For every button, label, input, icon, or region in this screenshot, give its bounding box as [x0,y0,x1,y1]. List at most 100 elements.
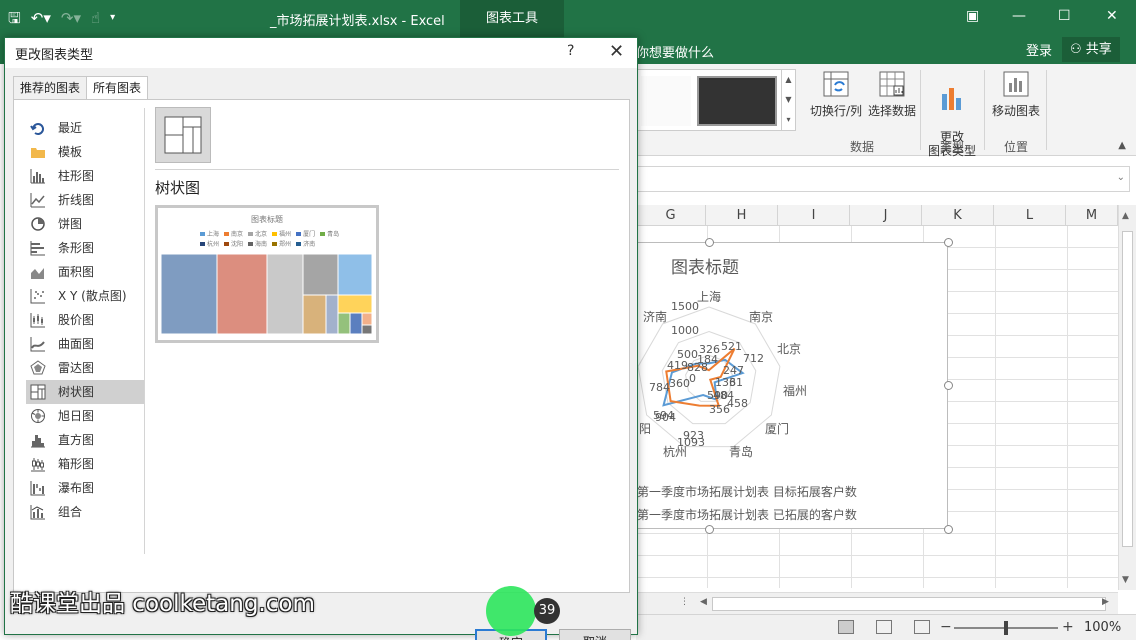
chart-type-sunburst[interactable]: 旭日图 [26,404,144,428]
maximize-icon[interactable]: ☐ [1058,8,1071,24]
expand-formula-icon[interactable]: ⌄ [1117,172,1125,183]
chart-type-pie[interactable]: 饼图 [26,212,144,236]
chart-type-label: 模板 [58,145,83,159]
chart-title[interactable]: 图表标题 [671,253,739,278]
ribbon-display-options-icon[interactable]: ▣ [966,8,979,24]
move-chart-button[interactable]: 移动图表 [990,70,1042,119]
switch-row-column-button[interactable]: 切换行/列 [808,70,864,119]
legend-entry[interactable]: 第一季度市场拓展计划表 已拓展的客户数 [637,506,857,523]
chart-type-label: 折线图 [58,193,95,207]
chart-type-combo[interactable]: 组合 [26,500,144,524]
resize-handle[interactable] [705,238,714,247]
radar-chart[interactable]: 图表标题 上海 南京 北京 福州 厦门 青岛 杭州 阳 济南 1500 1000… [636,238,953,534]
share-button[interactable]: ⚇ 共享 [1062,37,1120,62]
document-title: _市场拓展计划表.xlsx - Excel [270,14,445,29]
treemap-preview[interactable]: 图表标题 上海 南京 北京 福州 厦门 青岛杭州 沈阳 海南 郑州 济南 [155,205,379,343]
chart-type-histogram[interactable]: 直方图 [26,428,144,452]
column-header[interactable]: H [706,205,778,226]
category-label: 济南 [643,310,668,324]
touch-mode-icon[interactable]: ☝ [91,6,100,30]
chart-style-thumb-dark[interactable] [697,76,777,126]
chart-tools-context-tab[interactable]: 图表工具 [460,0,564,37]
radar-gridline [637,306,781,448]
page-break-view-icon[interactable] [914,620,930,634]
chart-type-surface[interactable]: 曲面图 [26,332,144,356]
chart-style-gallery[interactable]: ▲ ▼ ▾ [636,69,796,131]
column-header[interactable]: I [778,205,850,226]
chart-type-templates[interactable]: 模板 [26,140,144,164]
resize-handle[interactable] [944,238,953,247]
legend-swatch [320,232,326,236]
chart-style-thumb[interactable] [641,76,691,126]
sign-in-link[interactable]: 登录 [1026,40,1052,59]
chart-type-waterfall[interactable]: 瀑布图 [26,476,144,500]
chart-type-area[interactable]: 面积图 [26,260,144,284]
chart-type-radar[interactable]: 雷达图 [26,356,144,380]
zoom-in-icon[interactable]: + [1062,619,1074,635]
column-header[interactable]: K [922,205,994,226]
undo-icon[interactable]: ↶▾ [31,6,51,30]
title-bar: 🖫 ↶▾ ↷▾ ☝ ▾ _市场拓展计划表.xlsx - Excel 图表工具 ▣… [0,0,1136,37]
tab-all-charts[interactable]: 所有图表 [86,76,149,101]
help-icon[interactable]: ? [567,43,574,59]
tell-me-search[interactable]: 你想要做什么 [636,42,714,61]
scroll-right-icon[interactable]: ▶ [1102,597,1109,607]
legend-entry[interactable]: 第一季度市场拓展计划表 目标拓展客户数 [637,483,857,500]
select-data-icon [879,71,905,97]
chart-type-bar[interactable]: 条形图 [26,236,144,260]
resize-handle[interactable] [705,525,714,534]
column-header[interactable]: J [850,205,922,226]
minimize-icon[interactable]: — [1012,8,1026,24]
resize-handle[interactable] [944,381,953,390]
chart-type-column[interactable]: 柱形图 [26,164,144,188]
data-label: 1093 [677,436,705,449]
hscroll-thumb[interactable] [712,597,1106,611]
scroll-up-icon[interactable]: ▲ [1122,211,1129,221]
ribbon-separator [920,70,921,150]
page-layout-view-icon[interactable] [876,620,892,634]
column-header[interactable]: L [994,205,1066,226]
change-chart-type-icon [942,88,961,110]
sheet-tabs-options-icon[interactable]: ⋮ [680,597,689,607]
legend-swatch [248,232,254,236]
preview-legend-item: 济南 [296,240,315,250]
chart-type-recent[interactable]: 最近 [26,116,144,140]
save-icon[interactable]: 🖫 [8,6,21,30]
column-header[interactable]: G [636,205,706,226]
treemap-subtype-option[interactable] [155,107,211,163]
zoom-out-icon[interactable]: − [940,619,952,635]
scroll-down-icon[interactable]: ▼ [1122,575,1129,585]
select-data-button[interactable]: 选择数据 [866,70,918,119]
folder-icon [31,148,45,158]
chart-type-line[interactable]: 折线图 [26,188,144,212]
chart-type-box-whisker[interactable]: 箱形图 [26,452,144,476]
preview-legend-item: 杭州 [200,240,219,250]
legend-swatch [272,242,278,246]
close-icon[interactable]: ✕ [609,41,624,62]
legend-swatch [224,232,230,236]
group-data-label: 数据 [850,140,875,154]
column-header[interactable]: M [1066,205,1118,226]
collapse-ribbon-icon[interactable]: ▲ [1118,140,1126,151]
horizontal-scrollbar[interactable]: ⋮ ◀ ▶ [636,592,1118,614]
zoom-level[interactable]: 100% [1084,620,1121,635]
chart-type-stock[interactable]: 股价图 [26,308,144,332]
close-window-icon[interactable]: ✕ [1106,8,1118,24]
scroll-thumb[interactable] [1122,231,1133,547]
vertical-scrollbar[interactable]: ▲ ▼ [1118,205,1136,590]
category-label: 阳 [639,422,652,436]
chart-type-scatter[interactable]: X Y (散点图) [26,284,144,308]
chart-type-treemap[interactable]: 树状图 [26,380,144,404]
customize-qat-icon[interactable]: ▾ [110,6,115,30]
formula-bar[interactable]: ⌄ [636,166,1130,192]
normal-view-icon[interactable] [838,620,854,634]
move-chart-icon [1003,71,1029,97]
resize-handle[interactable] [944,525,953,534]
cancel-button[interactable]: 取消 [559,629,631,640]
redo-icon[interactable]: ↷▾ [61,6,81,30]
tab-recommended-charts[interactable]: 推荐的图表 [13,76,88,100]
chart-type-list: 最近 模板 柱形图 折线图 饼图 条形图 面积图 X Y (散点图) 股价图 曲… [26,116,144,524]
zoom-slider-knob[interactable] [1004,621,1008,635]
scroll-left-icon[interactable]: ◀ [700,597,707,607]
gallery-scroll[interactable]: ▲ ▼ ▾ [781,70,795,130]
